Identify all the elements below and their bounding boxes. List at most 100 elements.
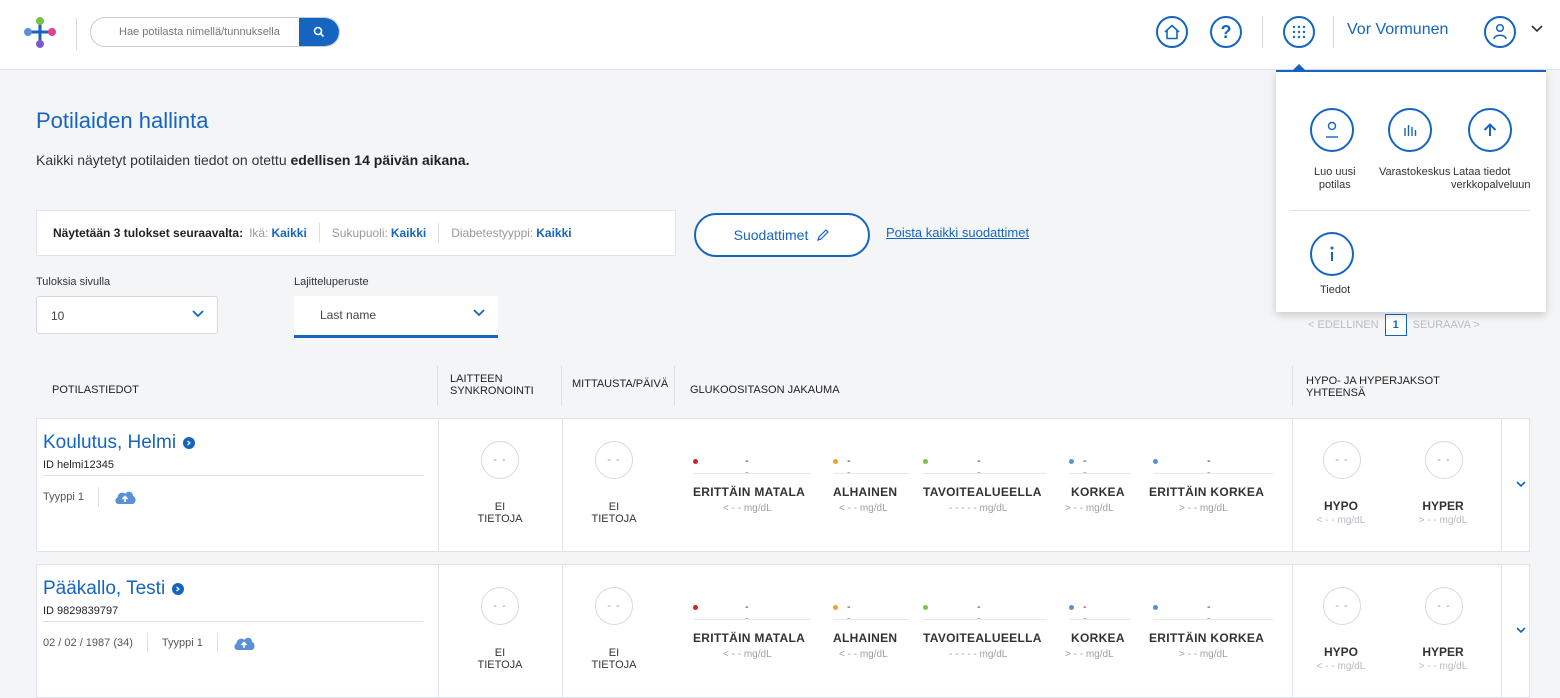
meta-separator bbox=[146, 633, 148, 653]
range-unit: > - - mg/dL bbox=[1179, 649, 1228, 660]
menu-label-line: potilas bbox=[1318, 179, 1351, 191]
range-unit: - - - - - mg/dL bbox=[949, 503, 1008, 514]
header-line: YHTEENSÄ bbox=[1306, 387, 1366, 399]
no-data-line: TIETOJA bbox=[477, 513, 523, 525]
column-header-glucose: GLUKOOSITASON JAKAUMA bbox=[690, 384, 840, 396]
cloud-upload-icon[interactable] bbox=[232, 634, 256, 652]
column-header-measurements[interactable]: MITTAUSTA/PÄIVÄ bbox=[572, 378, 668, 390]
help-button[interactable]: ? bbox=[1210, 16, 1242, 48]
pencil-icon bbox=[817, 229, 830, 241]
meta-separator bbox=[97, 487, 99, 507]
range-dot bbox=[1069, 459, 1074, 464]
range-label: ERITTÄIN KORKEA bbox=[1149, 485, 1265, 499]
sort-value: Last name bbox=[320, 308, 377, 322]
apps-menu-button[interactable] bbox=[1283, 16, 1315, 48]
cloud-upload-icon[interactable] bbox=[113, 488, 137, 506]
patient-id: ID 9829839797 bbox=[43, 605, 119, 617]
hyper-label: HYPER bbox=[1422, 645, 1464, 659]
chevron-down-icon bbox=[473, 309, 485, 317]
range-unit: > - - mg/dL bbox=[1065, 503, 1114, 514]
menu-divider bbox=[1290, 210, 1530, 211]
search-button[interactable] bbox=[299, 18, 339, 46]
no-data-line: EI bbox=[608, 647, 620, 659]
range-label: KORKEA bbox=[1071, 485, 1125, 499]
column-separator bbox=[1292, 565, 1293, 697]
upload-data-label[interactable]: Lataa tiedot verkkopalveluun bbox=[1451, 166, 1531, 192]
hyper-placeholder: - - bbox=[1425, 587, 1463, 625]
upload-data-button[interactable] bbox=[1468, 108, 1512, 152]
measurements-placeholder: - - bbox=[595, 441, 633, 479]
patient-name-link[interactable]: Pääkallo, Testi bbox=[43, 578, 185, 600]
sort-select[interactable]: Last name bbox=[294, 296, 498, 338]
info-label[interactable]: Tiedot bbox=[1320, 284, 1350, 297]
menu-label-line: Lataa tiedot bbox=[1453, 166, 1511, 178]
info-icon bbox=[1330, 246, 1334, 261]
column-separator bbox=[1292, 366, 1293, 406]
meta-separator bbox=[216, 633, 218, 653]
warehouse-label[interactable]: Varastokeskus bbox=[1379, 166, 1450, 179]
apps-dropdown-menu: Luo uusi potilas Varastokeskus Lataa tied… bbox=[1276, 70, 1546, 312]
apps-grid-icon bbox=[1292, 25, 1306, 39]
range-dot bbox=[833, 459, 838, 464]
home-button[interactable] bbox=[1156, 16, 1188, 48]
range-dot bbox=[693, 459, 698, 464]
user-name[interactable]: Vor Vormunen bbox=[1347, 21, 1448, 39]
user-icon bbox=[1493, 23, 1507, 40]
range-value: - - bbox=[1207, 455, 1212, 479]
create-patient-button[interactable] bbox=[1310, 108, 1354, 152]
patient-row: Pääkallo, Testi ID 9829839797 02 / 02 / … bbox=[36, 564, 1530, 698]
patient-meta: Tyyppi 1 bbox=[43, 485, 137, 509]
clear-filters-link[interactable]: Poista kaikki suodattimet bbox=[886, 225, 1029, 240]
no-data-line: EI bbox=[494, 647, 506, 659]
date-of-birth: 02 / 02 / 1987 (34) bbox=[43, 637, 133, 649]
chevron-down-icon[interactable] bbox=[1530, 24, 1544, 34]
age-filter-label: Ikä: bbox=[249, 226, 269, 240]
device-sync-no-data: EI TIETOJA bbox=[465, 501, 535, 525]
range-label: KORKEA bbox=[1071, 631, 1125, 645]
app-logo[interactable] bbox=[20, 14, 60, 54]
range-dot bbox=[923, 605, 928, 610]
expand-row-chevron-icon[interactable] bbox=[1515, 625, 1527, 635]
range-label: ERITTÄIN KORKEA bbox=[1149, 631, 1265, 645]
patient-meta: 02 / 02 / 1987 (34) Tyyppi 1 bbox=[43, 631, 256, 655]
menu-label-line: verkkopalveluun bbox=[1451, 179, 1531, 191]
range-line bbox=[923, 473, 1047, 474]
info-icon[interactable] bbox=[172, 583, 185, 595]
range-label: ERITTÄIN MATALA bbox=[693, 485, 806, 499]
filters-button[interactable]: Suodattimet bbox=[694, 213, 870, 257]
top-bar: ? Vor Vormunen bbox=[0, 0, 1560, 70]
prev-page-button[interactable]: < EDELLINEN bbox=[1308, 319, 1379, 331]
column-header-device-sync[interactable]: LAITTEEN SYNKRONOINTI bbox=[450, 373, 534, 397]
next-page-label: SEURAAVA bbox=[1412, 319, 1471, 331]
page-number[interactable]: 1 bbox=[1384, 314, 1407, 336]
bar-chart-icon bbox=[1404, 125, 1417, 136]
range-unit: - - - - - mg/dL bbox=[949, 649, 1008, 660]
create-patient-label[interactable]: Luo uusi potilas bbox=[1314, 166, 1356, 192]
hypo-unit: < - - mg/dL bbox=[1316, 661, 1366, 672]
diabetes-filter-value: Kaikki bbox=[536, 226, 572, 240]
column-header-patient[interactable]: POTILASTIEDOT bbox=[52, 384, 139, 396]
chevron-down-icon bbox=[192, 310, 204, 318]
expand-row-chevron-icon[interactable] bbox=[1515, 479, 1527, 489]
next-page-button[interactable]: SEURAAVA > bbox=[1413, 319, 1480, 331]
no-data-line: TIETOJA bbox=[591, 659, 637, 671]
info-icon[interactable] bbox=[183, 437, 196, 449]
hyper-unit: > - - mg/dL bbox=[1418, 515, 1468, 526]
menu-label-line: Luo uusi bbox=[1314, 166, 1356, 178]
measurements-no-data: EI TIETOJA bbox=[579, 501, 649, 525]
hypo-unit: < - - mg/dL bbox=[1316, 515, 1366, 526]
no-data-line: TIETOJA bbox=[477, 659, 523, 671]
range-value: - - bbox=[847, 601, 852, 625]
patient-name-link[interactable]: Koulutus, Helmi bbox=[43, 432, 196, 454]
range-line bbox=[693, 619, 811, 620]
per-page-select[interactable]: 10 bbox=[36, 296, 218, 334]
info-button[interactable] bbox=[1310, 232, 1354, 276]
warehouse-button[interactable] bbox=[1388, 108, 1432, 152]
range-value: - - bbox=[977, 601, 982, 625]
top-separator bbox=[1333, 16, 1334, 48]
search-input[interactable] bbox=[91, 18, 301, 46]
device-sync-no-data: EI TIETOJA bbox=[465, 647, 535, 671]
divider bbox=[43, 475, 423, 476]
range-label: ALHAINEN bbox=[833, 485, 898, 499]
user-avatar[interactable] bbox=[1484, 16, 1516, 48]
